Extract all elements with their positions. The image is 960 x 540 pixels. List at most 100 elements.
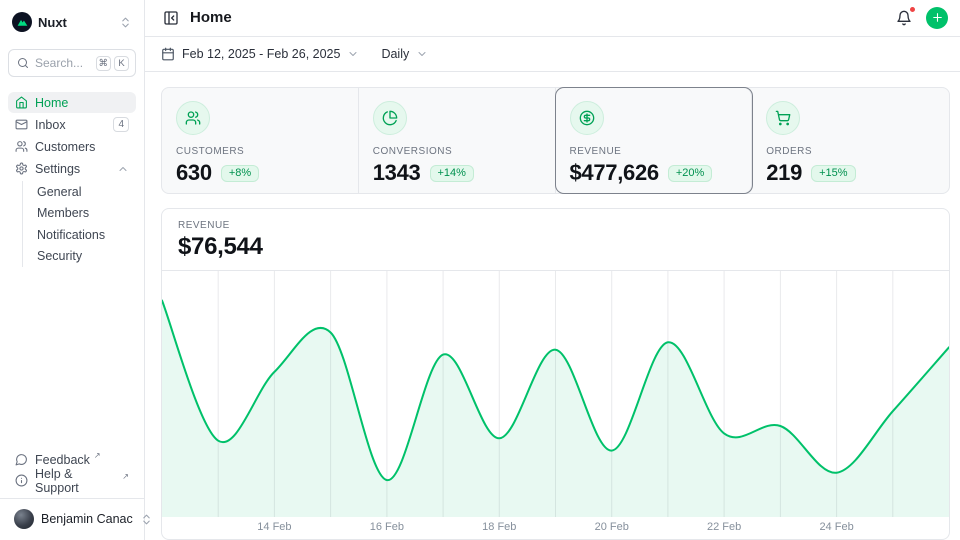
sidebar-item-notifications[interactable]: Notifications — [33, 224, 136, 246]
user-name: Benjamin Canac — [41, 512, 133, 526]
info-icon — [15, 474, 28, 487]
delta-badge: +14% — [430, 165, 474, 182]
chevron-down-icon — [347, 48, 359, 60]
stat-label: ORDERS — [766, 146, 935, 157]
date-range-picker[interactable]: Feb 12, 2025 - Feb 26, 2025 — [161, 47, 359, 61]
home-icon — [15, 96, 28, 109]
stat-value: 1343 — [373, 160, 421, 186]
sidebar-item-customers[interactable]: Customers — [8, 136, 136, 157]
delta-badge: +15% — [811, 165, 855, 182]
footer-link-label: Help & Support — [35, 467, 118, 495]
footer-link-label: Feedback — [35, 453, 90, 467]
main-area: Home Feb 12, 2025 - Feb 26, 2025 — [145, 0, 960, 540]
period-select[interactable]: Daily — [381, 47, 428, 61]
x-axis-tick-label: 20 Feb — [595, 521, 629, 533]
revenue-chart-svg — [162, 271, 949, 517]
cart-icon — [766, 101, 800, 135]
period-value: Daily — [381, 47, 409, 61]
filters-toolbar: Feb 12, 2025 - Feb 26, 2025 Daily — [145, 37, 960, 72]
panel-left-close-icon — [163, 10, 179, 26]
x-axis-tick-label: 24 Feb — [819, 521, 853, 533]
sidebar-item-inbox[interactable]: Inbox 4 — [8, 114, 136, 135]
stat-label: REVENUE — [570, 146, 738, 157]
notification-dot — [909, 6, 916, 13]
chat-bubble-icon — [15, 453, 28, 466]
gear-icon — [15, 162, 28, 175]
chevron-up-icon — [117, 163, 129, 175]
stat-value: $477,626 — [570, 160, 659, 186]
sidebar-footer: Feedback ↗ Help & Support ↗ Benjamin Can… — [8, 449, 136, 532]
stat-card-customers[interactable]: CUSTOMERS 630 +8% — [162, 88, 359, 193]
collapse-sidebar-button[interactable] — [161, 8, 181, 28]
x-axis-tick-label: 22 Feb — [707, 521, 741, 533]
stat-card-revenue[interactable]: REVENUE $477,626 +20% — [556, 88, 753, 193]
x-axis-tick-label: 18 Feb — [482, 521, 516, 533]
nuxt-logo-icon — [12, 12, 32, 32]
user-avatar — [14, 509, 34, 529]
pie-chart-icon — [373, 101, 407, 135]
stat-label: CUSTOMERS — [176, 146, 344, 157]
users-icon — [15, 140, 28, 153]
sub-item-label: Members — [37, 206, 89, 220]
notifications-button[interactable] — [894, 8, 914, 28]
sidebar-divider — [0, 498, 144, 499]
stat-value: 219 — [766, 160, 802, 186]
workspace-name: Nuxt — [38, 15, 67, 30]
external-link-icon: ↗ — [122, 472, 129, 481]
user-menu[interactable]: Benjamin Canac — [8, 506, 136, 532]
sidebar-item-label: Inbox — [35, 118, 66, 132]
dashboard-content: CUSTOMERS 630 +8% CONVERSIONS 1343 +14% — [145, 72, 960, 540]
inbox-icon — [15, 118, 28, 131]
kbd-cmd: ⌘ — [96, 56, 112, 71]
top-header: Home — [145, 0, 960, 37]
chevrons-up-down-icon — [119, 16, 132, 29]
chart-header: REVENUE $76,544 — [162, 209, 949, 271]
date-range-value: Feb 12, 2025 - Feb 26, 2025 — [182, 47, 340, 61]
inbox-count-badge: 4 — [113, 117, 129, 132]
x-axis-labels: 14 Feb 16 Feb 18 Feb 20 Feb 22 Feb 24 Feb — [162, 517, 949, 539]
sub-item-label: General — [37, 185, 81, 199]
chart-metric-value: $76,544 — [178, 233, 933, 261]
sidebar-item-label: Home — [35, 96, 68, 110]
users-icon — [176, 101, 210, 135]
search-input[interactable]: Search... ⌘ K — [8, 49, 136, 77]
chart-metric-label: REVENUE — [178, 220, 933, 231]
sidebar: Nuxt Search... ⌘ K Home — [0, 0, 145, 540]
dollar-circle-icon — [570, 101, 604, 135]
stats-row: CUSTOMERS 630 +8% CONVERSIONS 1343 +14% — [161, 87, 950, 194]
x-axis-tick-label: 16 Feb — [370, 521, 404, 533]
sidebar-item-settings[interactable]: Settings — [8, 158, 136, 179]
sidebar-nav: Home Inbox 4 Customers Settings — [8, 92, 136, 268]
search-icon — [17, 57, 29, 69]
help-support-link[interactable]: Help & Support ↗ — [8, 470, 136, 491]
stat-value: 630 — [176, 160, 212, 186]
x-axis-tick-label: 14 Feb — [257, 521, 291, 533]
stat-card-orders[interactable]: ORDERS 219 +15% — [752, 88, 949, 193]
settings-subnav: General Members Notifications Security — [22, 181, 136, 267]
delta-badge: +20% — [668, 165, 712, 182]
stat-card-conversions[interactable]: CONVERSIONS 1343 +14% — [359, 88, 556, 193]
delta-badge: +8% — [221, 165, 259, 182]
page-title: Home — [190, 9, 232, 26]
add-button[interactable] — [926, 7, 948, 29]
sidebar-item-label: Customers — [35, 140, 95, 154]
search-shortcut: ⌘ K — [96, 56, 130, 71]
calendar-icon — [161, 47, 175, 61]
sidebar-item-label: Settings — [35, 162, 80, 176]
app-root: Nuxt Search... ⌘ K Home — [0, 0, 960, 540]
kbd-k: K — [114, 56, 129, 71]
sidebar-item-members[interactable]: Members — [33, 203, 136, 225]
external-link-icon: ↗ — [94, 451, 101, 460]
revenue-area-chart[interactable] — [162, 271, 949, 517]
sub-item-label: Notifications — [37, 228, 105, 242]
chevron-down-icon — [416, 48, 428, 60]
workspace-switcher[interactable]: Nuxt — [8, 8, 136, 36]
sidebar-item-home[interactable]: Home — [8, 92, 136, 113]
sidebar-item-general[interactable]: General — [33, 181, 136, 203]
stat-label: CONVERSIONS — [373, 146, 541, 157]
plus-icon — [931, 11, 944, 24]
header-actions — [894, 7, 948, 29]
revenue-chart-card: REVENUE $76,544 14 Feb 16 Feb 18 Feb 20 Feb… — [161, 208, 950, 540]
sidebar-item-security[interactable]: Security — [33, 246, 136, 268]
sub-item-label: Security — [37, 249, 82, 263]
